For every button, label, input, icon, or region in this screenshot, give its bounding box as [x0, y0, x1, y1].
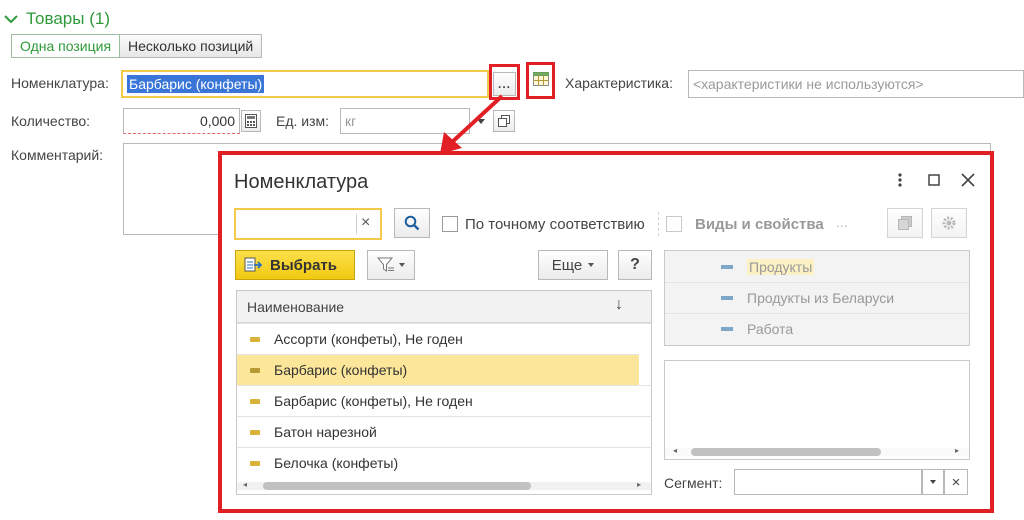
nomenclature-label: Номенклатура:	[11, 75, 109, 91]
scrollbar-thumb[interactable]	[263, 482, 531, 490]
quantity-label: Количество:	[11, 113, 91, 129]
search-icon	[404, 215, 420, 231]
dropdown-arrow-icon	[399, 263, 405, 267]
segment-label: Сегмент:	[664, 475, 723, 491]
kinds-properties-more[interactable]: ...	[836, 214, 848, 230]
item-icon	[250, 460, 260, 466]
kinds-properties-label: Виды и свойства	[695, 216, 824, 233]
more-vertical-icon	[898, 173, 902, 187]
search-divider	[356, 214, 357, 234]
unit-label: Ед. изм:	[276, 113, 330, 129]
copy-button[interactable]	[887, 208, 923, 238]
characteristic-input[interactable]: <характеристики не используются>	[688, 70, 1024, 98]
kind-icon	[721, 296, 733, 300]
section-title: Товары (1)	[26, 9, 110, 28]
kind-row[interactable]: Продукты из Беларуси	[665, 282, 969, 313]
gear-icon	[942, 216, 956, 230]
column-header-label: Наименование	[247, 298, 345, 315]
table-row-name: Ассорти (конфеты), Не годен	[274, 331, 463, 347]
item-icon	[250, 336, 260, 342]
scroll-right-arrow[interactable]: ▸	[955, 446, 959, 455]
comment-label: Комментарий:	[11, 147, 104, 163]
kind-row[interactable]: Продукты	[665, 251, 969, 282]
scroll-left-arrow[interactable]: ◂	[673, 446, 677, 455]
tab-multiple-positions[interactable]: Несколько позиций	[120, 34, 263, 58]
table-row-selected[interactable]: Барбарис (конфеты)	[237, 354, 639, 385]
search-button[interactable]	[394, 208, 430, 238]
tab-single-position[interactable]: Одна позиция	[11, 34, 121, 58]
scrollbar-thumb[interactable]	[691, 448, 881, 456]
select-button[interactable]: Выбрать	[235, 250, 355, 280]
filter-button[interactable]	[367, 250, 415, 280]
characteristic-label: Характеристика:	[565, 75, 673, 91]
kind-row-name: Продукты из Беларуси	[747, 290, 895, 306]
segment-clear-button[interactable]: ×	[944, 469, 968, 495]
kind-icon	[721, 264, 733, 269]
kind-row-name: Продукты	[747, 258, 815, 275]
chevron-down-icon	[4, 15, 18, 24]
scroll-left-arrow[interactable]: ◂	[243, 480, 247, 489]
kind-icon	[721, 327, 733, 331]
items-horizontal-scrollbar[interactable]: ◂ ▸	[237, 480, 651, 490]
panel-splitter[interactable]	[658, 212, 659, 236]
tab-bar: Одна позиция Несколько позиций	[11, 34, 263, 58]
segment-dropdown-button[interactable]	[922, 469, 944, 495]
select-arrow-icon	[244, 257, 262, 272]
select-button-label: Выбрать	[270, 256, 337, 274]
table-row-name: Барбарис (конфеты), Не годен	[274, 393, 473, 409]
item-icon	[250, 367, 260, 373]
properties-horizontal-scrollbar[interactable]: ◂ ▸	[665, 446, 969, 456]
help-button[interactable]: ?	[618, 250, 652, 280]
unit-value: кг	[345, 113, 357, 129]
table-icon	[533, 72, 549, 86]
properties-list: ◂ ▸	[664, 360, 970, 460]
more-button-label: Еще	[551, 256, 583, 274]
dropdown-arrow-icon	[588, 263, 595, 267]
calculator-icon	[245, 114, 257, 128]
settings-button[interactable]	[931, 208, 967, 238]
kinds-properties-checkbox[interactable]	[666, 216, 682, 232]
quantity-input[interactable]: 0,000	[123, 108, 240, 134]
sort-indicator[interactable]: ↓	[615, 296, 623, 314]
kind-row[interactable]: Работа	[665, 313, 969, 344]
dialog-title: Номенклатура	[234, 171, 369, 193]
dropdown-arrow-icon	[930, 480, 936, 484]
item-icon	[250, 429, 260, 435]
nomenclature-dialog: Номенклатура × По точному соответствию В…	[218, 151, 994, 513]
table-row[interactable]: Батон нарезной	[237, 416, 651, 447]
items-table: Наименование ↓ Ассорти (конфеты), Не год…	[236, 290, 652, 495]
dialog-maximize-button[interactable]	[924, 170, 944, 190]
column-header-name[interactable]: Наименование ↓	[237, 291, 651, 323]
item-icon	[250, 398, 260, 404]
exact-match-checkbox[interactable]	[442, 216, 458, 232]
kinds-list: Продукты Продукты из Беларуси Работа	[664, 250, 970, 346]
nomenclature-value: Барбарис (конфеты)	[127, 75, 265, 93]
exact-match-label: По точному соответствию	[465, 216, 645, 233]
segment-input[interactable]	[734, 469, 922, 495]
search-clear-button[interactable]: ×	[361, 214, 370, 232]
table-row-name: Белочка (конфеты)	[274, 455, 399, 471]
more-button[interactable]: Еще	[538, 250, 608, 280]
characteristic-value: <характеристики не используются>	[693, 76, 924, 92]
table-row-name: Барбарис (конфеты)	[274, 362, 408, 378]
table-select-button[interactable]	[532, 70, 550, 88]
table-row[interactable]: Ассорти (конфеты), Не годен	[237, 323, 651, 354]
scroll-right-arrow[interactable]: ▸	[637, 480, 641, 489]
search-input[interactable]: ×	[234, 208, 382, 240]
dialog-menu-button[interactable]	[890, 170, 910, 190]
filter-icon	[377, 257, 394, 272]
calculator-button[interactable]	[241, 110, 261, 132]
kind-row-name: Работа	[747, 321, 794, 337]
quantity-value: 0,000	[199, 113, 235, 129]
copy-icon	[898, 216, 912, 230]
table-row-name: Батон нарезной	[274, 424, 377, 440]
dialog-close-button[interactable]	[958, 170, 978, 190]
maximize-icon	[928, 174, 940, 186]
table-row[interactable]: Белочка (конфеты)	[237, 447, 651, 478]
close-icon	[961, 173, 975, 187]
table-row[interactable]: Барбарис (конфеты), Не годен	[237, 385, 651, 416]
section-header[interactable]: Товары (1)	[2, 8, 110, 30]
